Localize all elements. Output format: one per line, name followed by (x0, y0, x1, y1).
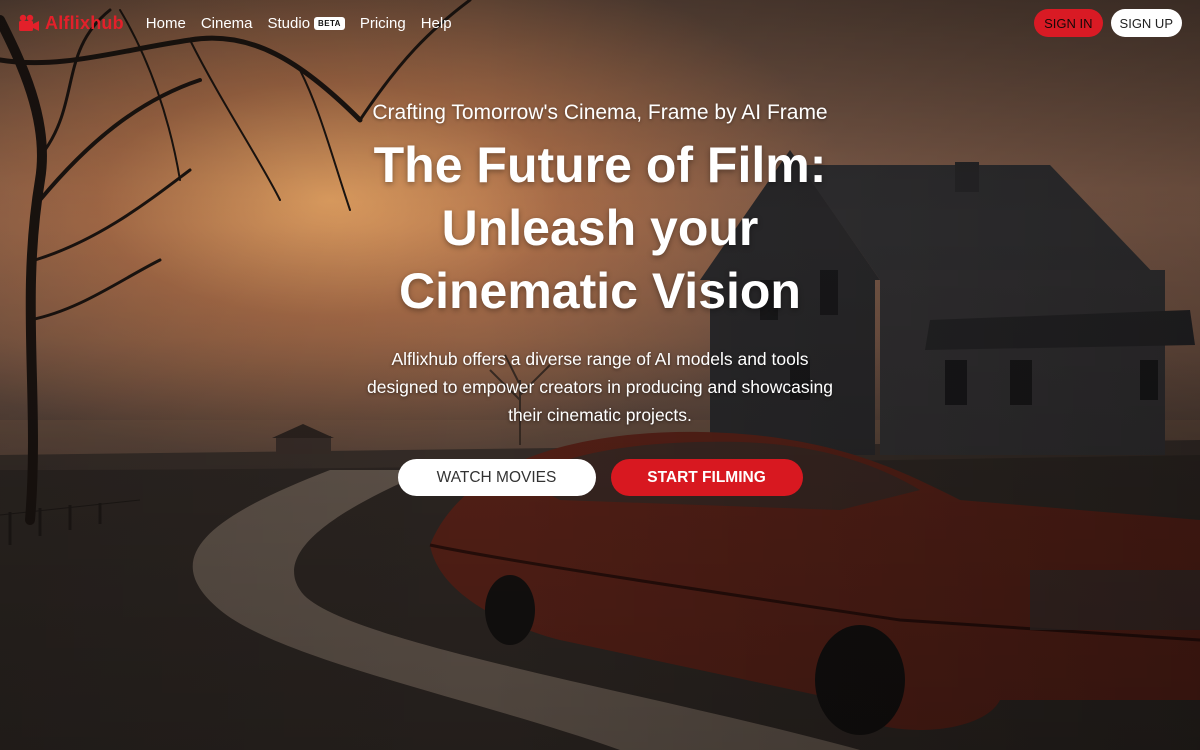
beta-badge: BETA (314, 16, 345, 30)
hero-cta-group: WATCH MOVIES START FILMING (397, 459, 803, 496)
start-filming-button[interactable]: START FILMING (610, 459, 803, 496)
nav-link-label: Studio (267, 14, 311, 32)
nav-link-label: Cinema (200, 14, 253, 32)
nav-link-label: Pricing (359, 14, 406, 32)
brand-logo-link[interactable]: Alflixhub (18, 13, 124, 34)
nav-link-cinema[interactable]: Cinema (201, 15, 253, 32)
film-camera-icon (18, 14, 40, 32)
hero-section: Crafting Tomorrow's Cinema, Frame by AI … (300, 100, 900, 496)
nav-links: Home Cinema Studio BETA Pricing Help (146, 15, 452, 32)
nav-link-studio[interactable]: Studio BETA (268, 15, 345, 32)
nav-link-home[interactable]: Home (146, 15, 186, 32)
top-navbar: Alflixhub Home Cinema Studio BETA Pricin… (0, 0, 1200, 46)
hero-title: The Future of Film: Unleash your Cinemat… (373, 137, 827, 319)
nav-link-label: Home (145, 14, 186, 32)
brand-name: Alflixhub (45, 12, 124, 33)
watch-movies-button[interactable]: WATCH MOVIES (397, 459, 596, 496)
sign-in-button[interactable]: SIGN IN (1034, 9, 1103, 37)
hero-tagline: Crafting Tomorrow's Cinema, Frame by AI … (372, 101, 828, 124)
nav-link-pricing[interactable]: Pricing (360, 15, 406, 32)
auth-buttons: SIGN IN SIGN UP (1034, 9, 1182, 37)
nav-link-label: Help (420, 14, 452, 32)
hero-description: Alflixhub offers a diverse range of AI m… (367, 349, 833, 425)
sign-up-button[interactable]: SIGN UP (1110, 9, 1182, 37)
nav-link-help[interactable]: Help (421, 15, 452, 32)
